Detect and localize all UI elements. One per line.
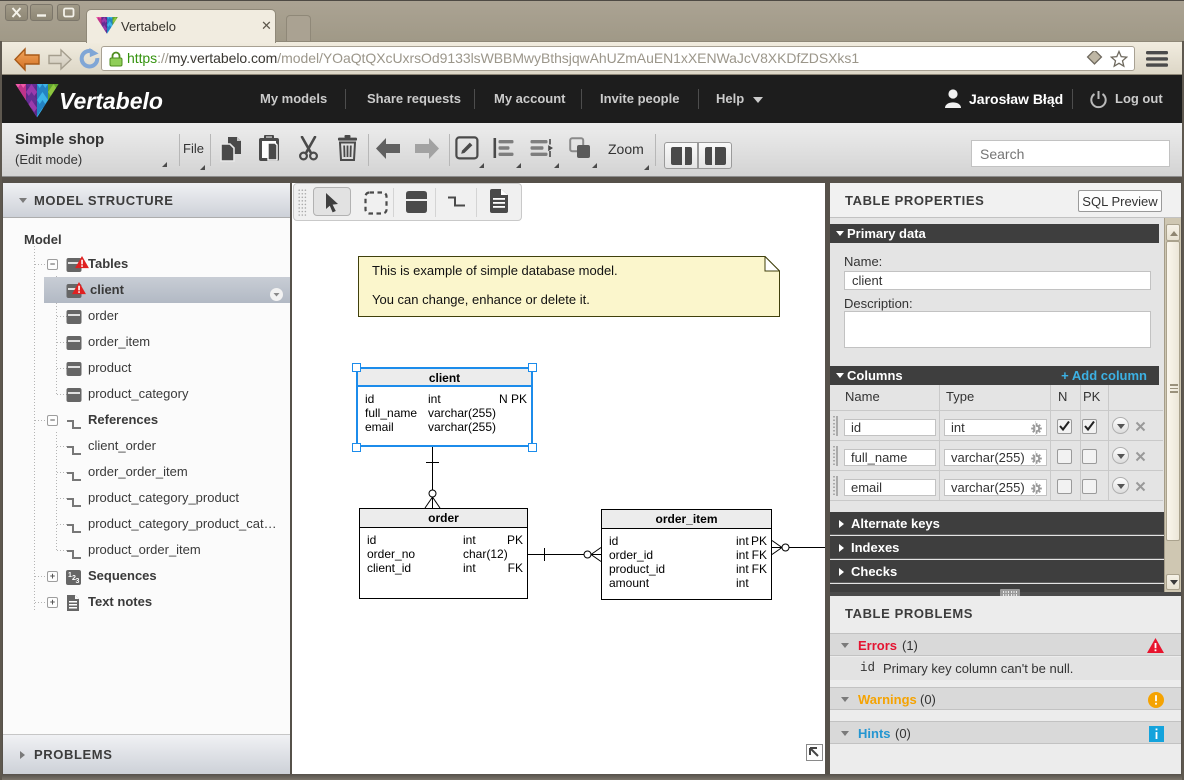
svg-text:3: 3 xyxy=(76,578,80,585)
